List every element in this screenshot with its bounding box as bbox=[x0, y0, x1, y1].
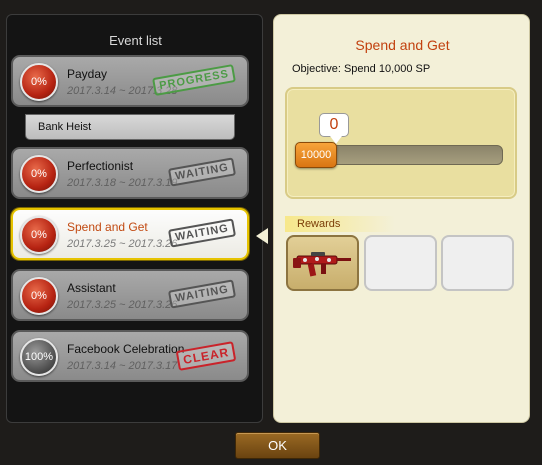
event-date: 2017.3.18 ~ 2017.3.19 bbox=[67, 177, 178, 189]
current-value-bubble: 0 bbox=[319, 113, 349, 137]
event-item-assistant[interactable]: 0% Assistant 2017.3.25 ~ 2017.3.26 WAITI… bbox=[11, 269, 249, 321]
event-list-title: Event list bbox=[109, 33, 162, 48]
event-date: 2017.3.25 ~ 2017.3.26 bbox=[67, 299, 178, 311]
event-list-panel: Event list 0% Payday 2017.3.14 ~ 2017.3.… bbox=[6, 14, 263, 423]
progress-percent-badge: 0% bbox=[20, 277, 58, 315]
ok-button[interactable]: OK bbox=[235, 432, 320, 459]
sub-event-bank-heist[interactable]: Bank Heist bbox=[25, 114, 235, 140]
event-item-facebook-celebration[interactable]: 100% Facebook Celebration 2017.3.14 ~ 20… bbox=[11, 330, 249, 382]
event-item-payday[interactable]: 0% Payday 2017.3.14 ~ 2017.3.28 PROGRESS bbox=[11, 55, 249, 107]
event-name: Facebook Celebration bbox=[67, 342, 185, 356]
progress-percent-badge: 0% bbox=[20, 63, 58, 101]
target-value-pill: 10000 bbox=[295, 142, 337, 168]
selection-pointer bbox=[256, 228, 268, 244]
progress-percent-badge: 0% bbox=[20, 216, 58, 254]
event-detail-panel: Spend and Get Objective: Spend 10,000 SP… bbox=[273, 14, 530, 423]
event-objective: Objective: Spend 10,000 SP bbox=[292, 63, 431, 75]
status-stamp-progress: PROGRESS bbox=[151, 63, 236, 97]
reward-slot-1[interactable] bbox=[286, 235, 359, 291]
reward-slot-2[interactable] bbox=[364, 235, 437, 291]
event-detail-title: Spend and Get bbox=[355, 37, 450, 53]
progress-percent-badge: 100% bbox=[20, 338, 58, 376]
reward-slot-3[interactable] bbox=[441, 235, 514, 291]
bubble-tail bbox=[330, 136, 342, 144]
rewards-label: Rewards bbox=[285, 216, 395, 232]
event-date: 2017.3.14 ~ 2017.3.17 bbox=[67, 360, 178, 372]
progress-percent-badge: 0% bbox=[20, 155, 58, 193]
status-stamp-clear: CLEAR bbox=[175, 341, 237, 371]
status-stamp-waiting: WAITING bbox=[167, 218, 237, 248]
assault-rifle-icon bbox=[291, 242, 355, 291]
status-stamp-waiting: WAITING bbox=[167, 157, 237, 187]
event-name: Perfectionist bbox=[67, 159, 134, 173]
event-item-perfectionist[interactable]: 0% Perfectionist 2017.3.18 ~ 2017.3.19 W… bbox=[11, 147, 249, 199]
status-stamp-waiting: WAITING bbox=[167, 279, 237, 309]
event-date: 2017.3.25 ~ 2017.3.26 bbox=[67, 238, 178, 250]
event-name: Assistant bbox=[67, 281, 116, 295]
progress-box: 10000 0 bbox=[285, 87, 517, 199]
event-item-spend-and-get[interactable]: 0% Spend and Get 2017.3.25 ~ 2017.3.26 W… bbox=[11, 208, 249, 260]
event-name: Payday bbox=[67, 67, 108, 81]
event-name: Spend and Get bbox=[67, 220, 148, 234]
